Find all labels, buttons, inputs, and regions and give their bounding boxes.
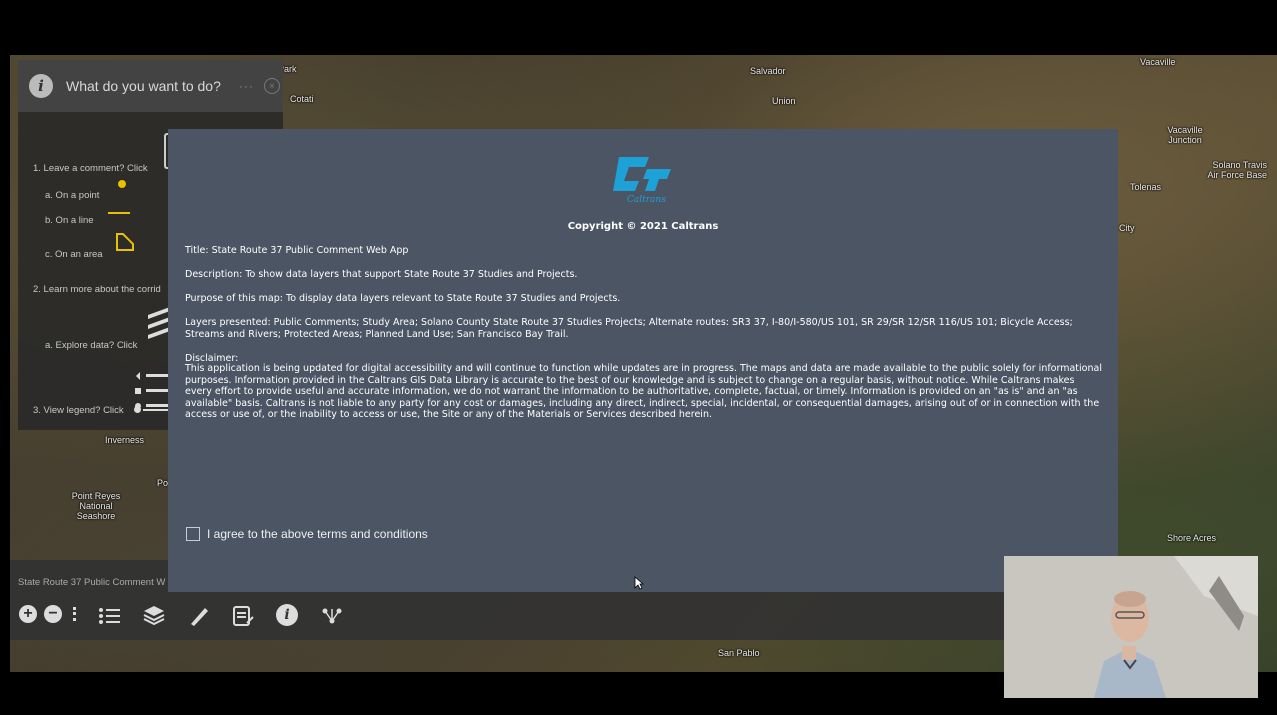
logo-wordmark: Caltrans [627, 195, 666, 205]
map-label: Point Reyes National Seashore [71, 491, 121, 521]
more-icon[interactable]: ··· [239, 79, 254, 93]
info-icon: i [29, 74, 53, 98]
map-label: Salvador [750, 66, 786, 76]
point-tool-icon[interactable] [118, 180, 126, 188]
disclaimer-text: This application is being updated for di… [185, 363, 1102, 420]
map-label: Cotati [290, 94, 314, 104]
explore-data-text: a. Explore data? Click [45, 340, 138, 351]
agree-label[interactable]: I agree to the above terms and condition… [207, 527, 428, 541]
list-icon[interactable] [98, 607, 120, 625]
zoom-out-button[interactable]: − [44, 605, 62, 623]
mouse-cursor-icon [634, 576, 644, 590]
agree-checkbox[interactable] [186, 527, 200, 541]
map-label: Inverness [105, 435, 145, 445]
map-label: Union [772, 96, 796, 106]
copyright-text: Copyright © 2021 Caltrans [567, 221, 719, 232]
map-label: Vacaville [1140, 57, 1176, 67]
about-icon[interactable]: i [276, 604, 298, 626]
toolbar-divider [73, 607, 79, 621]
map-label: Vacaville Junction [1167, 125, 1203, 145]
layers-icon[interactable] [143, 605, 165, 625]
measure-icon[interactable] [188, 605, 210, 627]
close-icon[interactable]: × [263, 78, 280, 94]
on-point-label: a. On a point [45, 190, 100, 201]
task-panel-title: What do you want to do? [66, 78, 221, 94]
learn-more-text: 2. Learn more about the corrid [33, 284, 161, 295]
webcam-video [1004, 556, 1258, 698]
line-tool-icon[interactable] [108, 212, 130, 214]
description-text: Description: To show data layers that su… [185, 269, 578, 280]
zoom-in-button[interactable]: + [19, 605, 37, 623]
presenter-image [1004, 556, 1258, 698]
legend-toggle-icon[interactable] [134, 406, 141, 413]
map-label: Tolenas [1130, 182, 1162, 192]
map-label: San Pablo [718, 648, 760, 658]
map-label: Solano Travis Air Force Base [1207, 160, 1267, 180]
caltrans-logo: Caltrans [613, 157, 671, 205]
map-label: Po [157, 478, 169, 488]
edit-note-icon[interactable] [232, 605, 254, 627]
map-label: City [1119, 223, 1135, 233]
map-label: Shore Acres [1167, 533, 1217, 543]
layers-presented-text: Layers presented: Public Comments; Study… [185, 317, 1073, 340]
on-line-label: b. On a line [45, 215, 94, 226]
area-tool-icon[interactable] [115, 232, 137, 252]
purpose-text: Purpose of this map: To display data lay… [185, 293, 621, 304]
view-legend-text: 3. View legend? Click [33, 405, 124, 416]
task-panel-header: i What do you want to do? ··· × [18, 60, 283, 112]
legend-line [143, 409, 168, 411]
legend-list-icon[interactable] [134, 370, 168, 410]
leave-comment-text: 1. Leave a comment? Click [33, 163, 148, 174]
agree-row[interactable]: I agree to the above terms and condition… [186, 527, 428, 541]
app-title-text: Title: State Route 37 Public Comment Web… [185, 245, 409, 256]
terms-dialog: Caltrans Copyright © 2021 Caltrans Title… [168, 129, 1118, 592]
app-name: State Route 37 Public Comment W [18, 577, 166, 588]
on-area-label: c. On an area [45, 249, 103, 260]
share-icon[interactable] [322, 607, 342, 625]
